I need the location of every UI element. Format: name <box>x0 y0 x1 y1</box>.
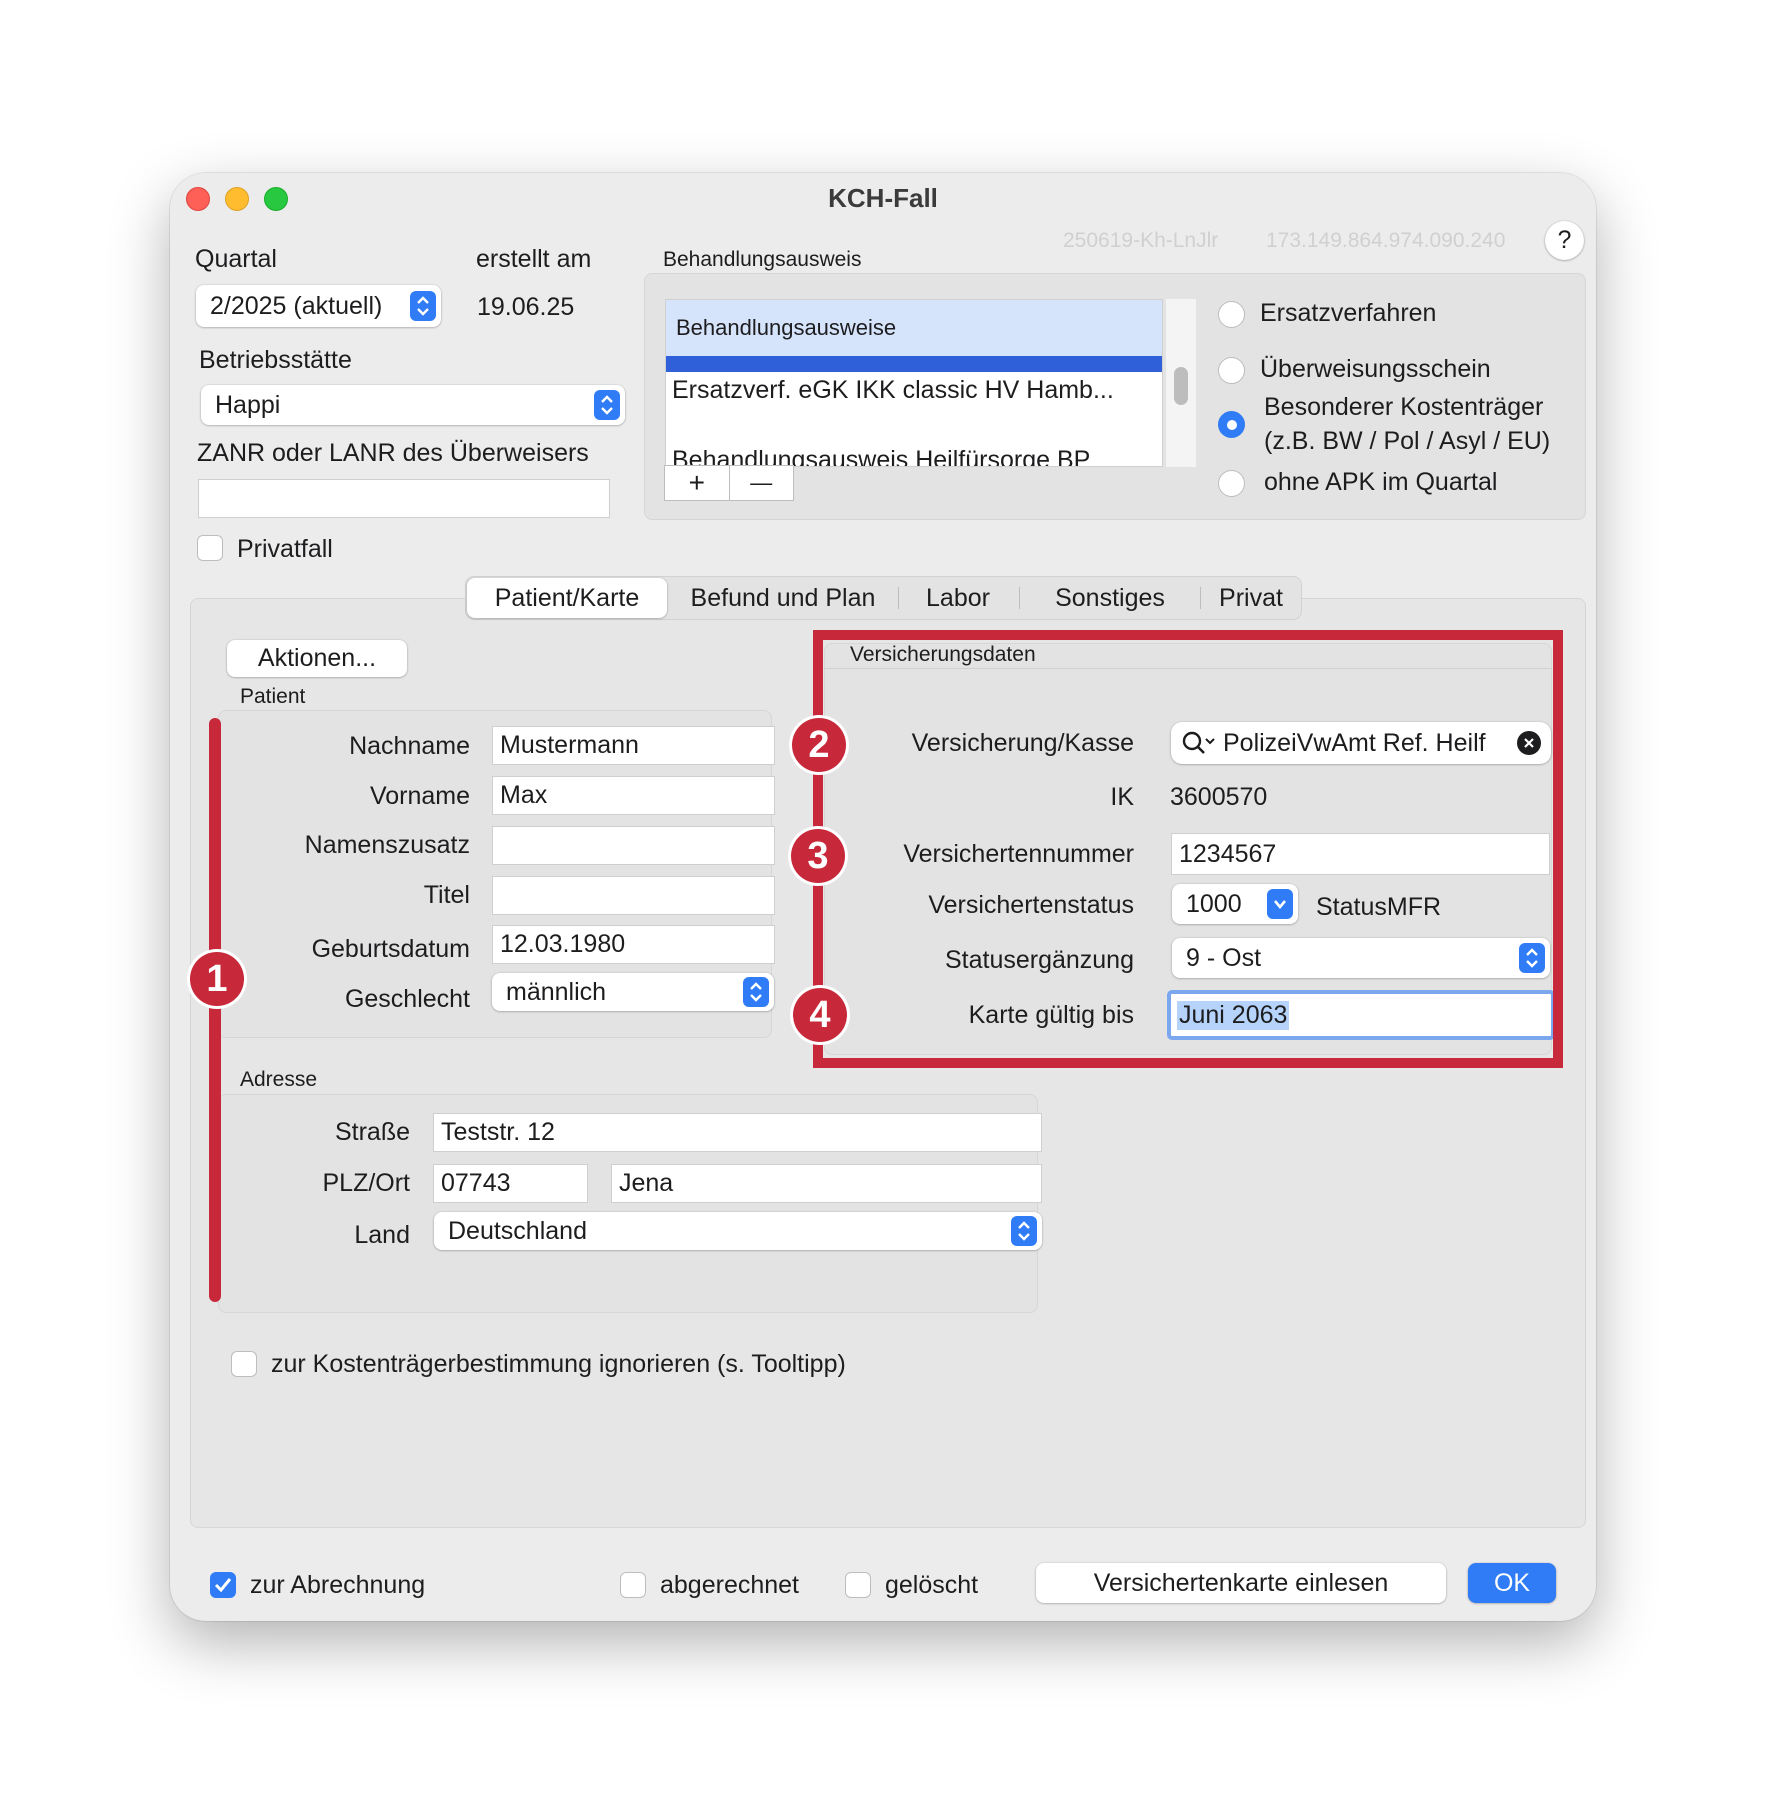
behandlungsausweis-list[interactable]: Behandlungsausweise Ersatzverf. eGK IKK … <box>665 299 1163 467</box>
ip-code-text: 173.149.864.974.090.240 <box>1266 229 1506 252</box>
marker-badge-2: 2 <box>792 718 846 772</box>
add-button[interactable]: + <box>665 466 730 500</box>
kch-fall-window: KCH-Fall Quartal erstellt am 2/2025 (akt… <box>170 173 1596 1621</box>
quartal-value: 2/2025 (aktuell) <box>210 291 383 320</box>
adresse-group-label: Adresse <box>240 1068 318 1091</box>
kostentraeger-ignore-checkbox[interactable] <box>231 1351 257 1377</box>
list-selection-bar <box>666 356 1162 372</box>
tab-sonstiges[interactable]: Sonstiges <box>1025 578 1195 618</box>
list-header: Behandlungsausweise <box>666 300 1162 356</box>
namenszusatz-label: Namenszusatz <box>304 831 470 859</box>
updown-chevron-icon <box>743 977 769 1007</box>
updown-chevron-icon <box>594 390 620 420</box>
strasse-input[interactable]: Teststr. 12 <box>433 1113 1042 1152</box>
geschlecht-select[interactable]: männlich <box>492 973 774 1011</box>
quartal-select[interactable]: 2/2025 (aktuell) <box>196 285 441 327</box>
tab-divider <box>898 587 899 609</box>
abgerechnet-checkbox[interactable] <box>620 1572 646 1598</box>
help-button[interactable]: ? <box>1545 221 1584 260</box>
quartal-label: Quartal <box>195 245 277 273</box>
list-add-remove-control: + — <box>664 465 794 501</box>
marker-badge-1: 1 <box>190 952 244 1006</box>
betriebsstaette-value: Happi <box>215 390 281 419</box>
radio-ueberweisungsschein-label: Überweisungsschein <box>1260 355 1491 383</box>
privatfall-checkbox[interactable] <box>197 535 223 561</box>
updown-chevron-icon <box>410 291 436 321</box>
titel-label: Titel <box>423 881 470 909</box>
radio-besonderer-kostentraeger-sublabel: (z.B. BW / Pol / Asyl / EU) <box>1264 427 1551 455</box>
namenszusatz-input[interactable] <box>492 826 775 865</box>
geburtsdatum-label: Geburtsdatum <box>311 935 470 963</box>
kostentraeger-ignore-label: zur Kostenträgerbestimmung ignorieren (s… <box>271 1350 846 1378</box>
marker-bar-1 <box>209 718 221 1302</box>
case-id-text: 250619-Kh-LnJlr <box>1063 229 1219 252</box>
tab-patient-karte[interactable]: Patient/Karte <box>467 578 667 618</box>
versichertenkarte-einlesen-button[interactable]: Versichertenkarte einlesen <box>1036 1563 1446 1603</box>
nachname-label: Nachname <box>349 732 470 760</box>
nachname-input[interactable]: Mustermann <box>492 726 775 765</box>
erstellt-label: erstellt am <box>476 245 592 273</box>
land-select[interactable]: Deutschland <box>434 1212 1042 1250</box>
radio-ersatzverfahren-label: Ersatzverfahren <box>1260 299 1437 327</box>
erstellt-value: 19.06.25 <box>477 293 575 321</box>
marker-badge-4: 4 <box>793 988 847 1042</box>
privatfall-label: Privatfall <box>237 535 333 563</box>
betriebsstaette-label: Betriebsstätte <box>199 346 352 374</box>
behandlungsausweis-group-label: Behandlungsausweis <box>663 248 862 271</box>
zanr-label: ZANR oder LANR des Überweisers <box>197 439 589 467</box>
radio-ohne-apk[interactable] <box>1218 470 1245 497</box>
betriebsstaette-select[interactable]: Happi <box>201 385 625 425</box>
checkmark-icon <box>214 1578 232 1593</box>
window-title: KCH-Fall <box>828 183 938 213</box>
plzort-label: PLZ/Ort <box>322 1169 410 1197</box>
plz-input[interactable]: 07743 <box>433 1164 588 1203</box>
remove-button[interactable]: — <box>730 466 794 500</box>
vorname-input[interactable]: Max <box>492 776 775 815</box>
list-item[interactable]: Ersatzverf. eGK IKK classic HV Hamb... <box>672 376 1114 405</box>
geschlecht-value: männlich <box>506 977 607 1006</box>
radio-ohne-apk-label: ohne APK im Quartal <box>1264 468 1498 496</box>
geloescht-checkbox[interactable] <box>845 1572 871 1598</box>
abrechnung-checkbox[interactable] <box>210 1572 236 1598</box>
tab-labor[interactable]: Labor <box>903 578 1013 618</box>
tab-befund-und-plan[interactable]: Befund und Plan <box>673 578 893 618</box>
land-value: Deutschland <box>448 1216 587 1245</box>
tab-divider <box>1019 587 1020 609</box>
titel-input[interactable] <box>492 876 775 915</box>
abgerechnet-label: abgerechnet <box>660 1571 800 1599</box>
vorname-label: Vorname <box>369 782 470 810</box>
tab-privat[interactable]: Privat <box>1206 578 1296 618</box>
land-label: Land <box>354 1221 410 1249</box>
radio-besonderer-kostentraeger[interactable] <box>1218 411 1245 438</box>
geschlecht-label: Geschlecht <box>344 985 470 1013</box>
geloescht-label: gelöscht <box>885 1571 979 1599</box>
zanr-input[interactable] <box>198 479 610 518</box>
marker-badge-3: 3 <box>791 829 845 883</box>
tab-divider <box>1200 587 1201 609</box>
list-item[interactable]: Behandlungsausweis Heilfürsorge BP <box>672 446 1090 466</box>
list-scrollbar[interactable] <box>1166 299 1196 467</box>
marker-box-versicherung <box>813 630 1563 1068</box>
patient-group-label: Patient <box>240 685 306 708</box>
radio-ersatzverfahren[interactable] <box>1218 301 1245 328</box>
geburtsdatum-input[interactable]: 12.03.1980 <box>492 925 775 964</box>
scrollbar-thumb[interactable] <box>1174 367 1188 405</box>
radio-besonderer-kostentraeger-label: Besonderer Kostenträger <box>1264 393 1544 421</box>
abrechnung-label: zur Abrechnung <box>250 1571 426 1599</box>
strasse-label: Straße <box>334 1118 410 1146</box>
updown-chevron-icon <box>1011 1216 1037 1246</box>
ok-button[interactable]: OK <box>1468 1563 1556 1603</box>
aktionen-button[interactable]: Aktionen... <box>227 640 407 677</box>
radio-ueberweisungsschein[interactable] <box>1218 357 1245 384</box>
ort-input[interactable]: Jena <box>611 1164 1042 1203</box>
